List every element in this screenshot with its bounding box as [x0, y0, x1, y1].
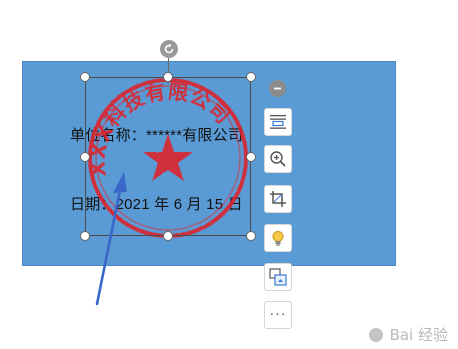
wrap-text-icon — [270, 115, 286, 129]
crop-button[interactable] — [264, 185, 292, 213]
zoom-in-icon — [270, 151, 286, 167]
watermark-logo — [367, 326, 385, 344]
lightbulb-icon — [272, 231, 284, 246]
convert-image-button[interactable] — [264, 263, 292, 291]
collapse-toolbar-button[interactable] — [269, 80, 286, 97]
resize-handle-right[interactable] — [246, 152, 256, 162]
collapse-icon — [274, 87, 281, 90]
paw-icon — [368, 328, 383, 342]
convert-icon — [269, 268, 287, 286]
document-frame[interactable] — [22, 61, 396, 266]
crop-icon — [270, 191, 286, 207]
more-options-label: ··· — [269, 305, 287, 321]
wrap-text-button[interactable] — [264, 108, 292, 136]
date-line: 日期：2021 年 6 月 15 日 — [70, 196, 243, 213]
zoom-in-button[interactable] — [264, 145, 292, 173]
image-enhance-button[interactable] — [264, 224, 292, 252]
resize-handle-bottom[interactable] — [163, 231, 173, 241]
resize-handle-top-left[interactable] — [80, 72, 90, 82]
watermark-text: Bai 经验 — [389, 326, 448, 344]
rotate-icon — [164, 43, 174, 54]
resize-handle-bottom-left[interactable] — [80, 231, 90, 241]
resize-handle-left[interactable] — [80, 152, 90, 162]
resize-handle-bottom-right[interactable] — [246, 231, 256, 241]
rotate-handle[interactable] — [160, 40, 178, 58]
watermark: Bai 经验 — [367, 324, 448, 345]
company-name-line: 单位名称：******有限公司 — [70, 127, 244, 144]
resize-handle-top-right[interactable] — [246, 72, 256, 82]
resize-handle-top[interactable] — [163, 72, 173, 82]
more-options-button[interactable]: ··· — [264, 301, 292, 329]
